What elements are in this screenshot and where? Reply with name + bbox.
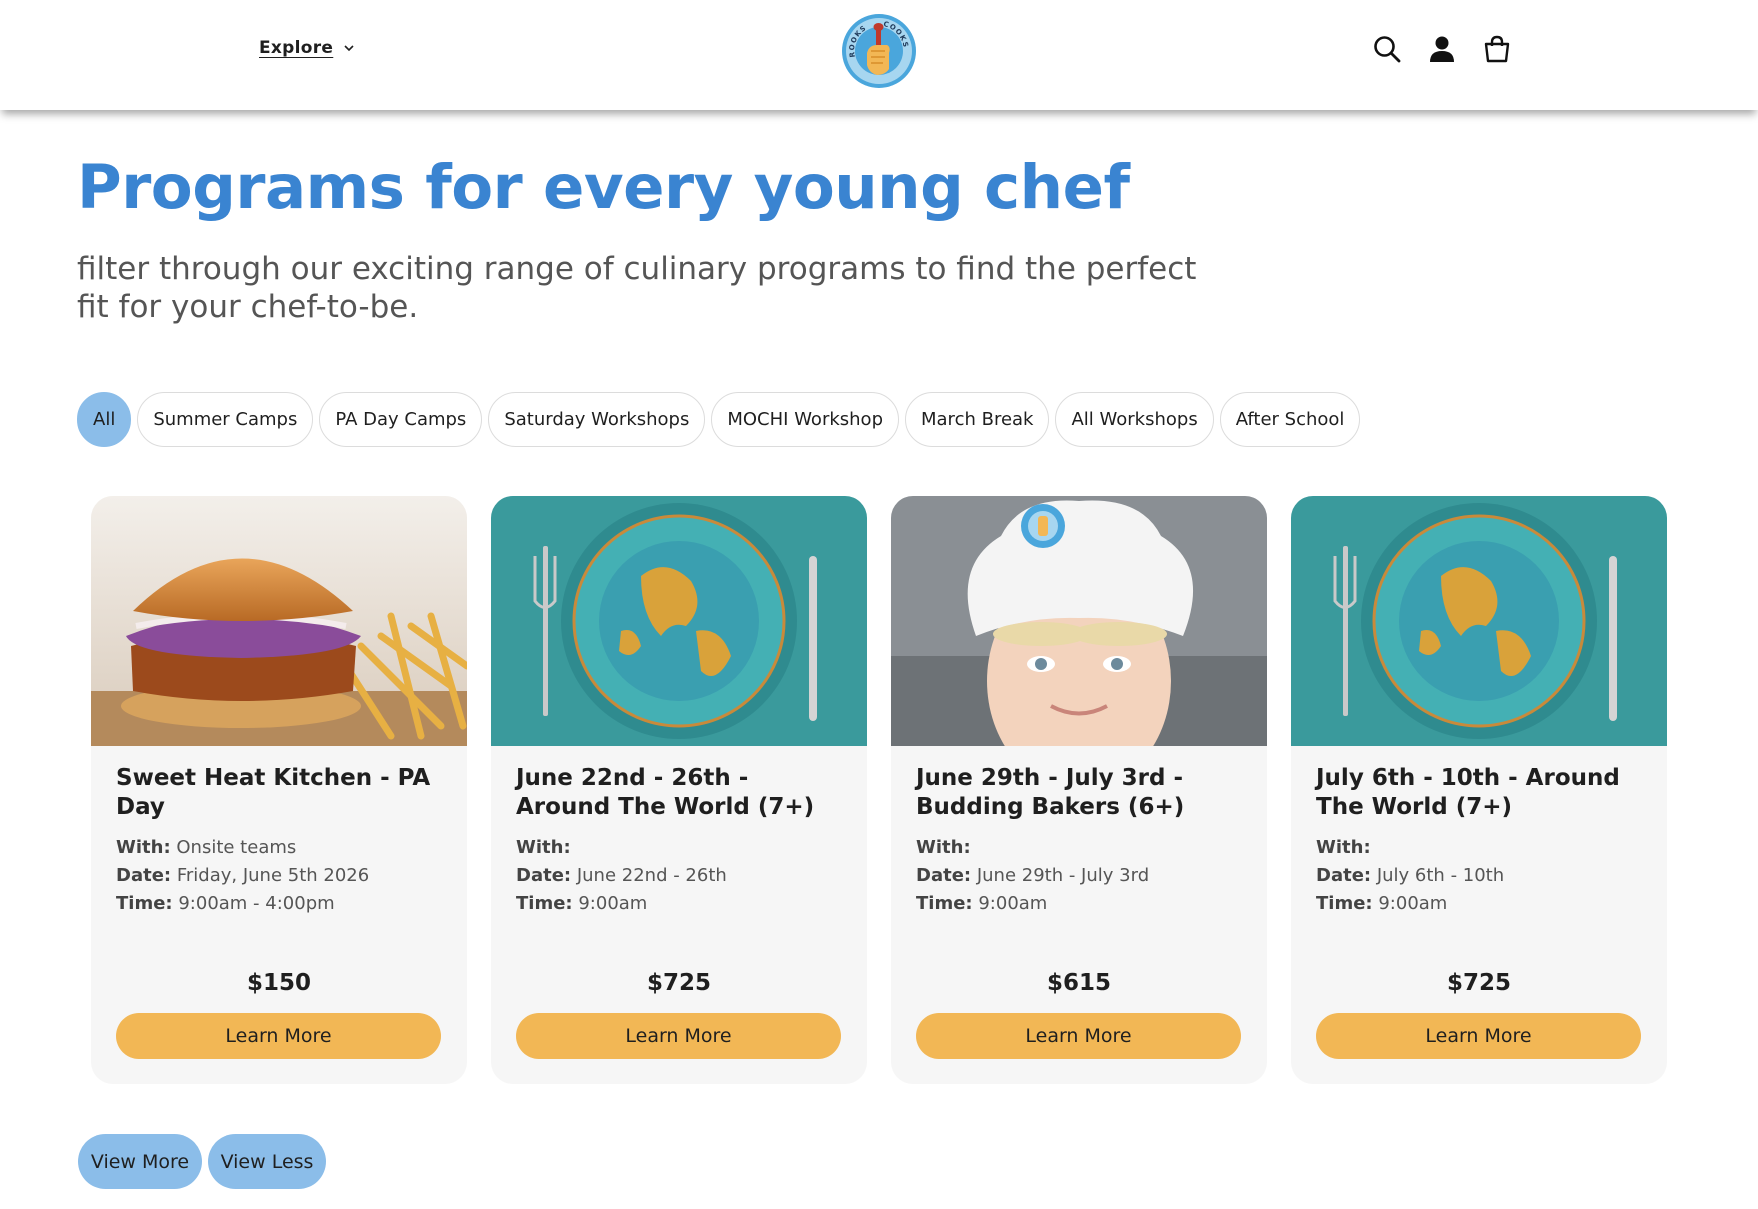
date-value: July 6th - 10th	[1371, 865, 1505, 886]
card-price: $725	[1446, 970, 1511, 996]
card-price: $150	[246, 970, 311, 996]
account-icon[interactable]	[1427, 34, 1457, 64]
card-details: With: Date: June 29th - July 3rd Time: 9…	[916, 834, 1149, 918]
card-title[interactable]: Sweet Heat Kitchen - PA Day	[116, 764, 446, 822]
with-value: Onsite teams	[170, 837, 297, 858]
time-value: 9:00am - 4:00pm	[172, 893, 335, 914]
date-label: Date:	[1316, 865, 1372, 886]
time-label: Time:	[1316, 893, 1373, 914]
globe-on-plate-photo[interactable]	[1291, 496, 1667, 746]
time-label: Time:	[116, 893, 173, 914]
view-less-button[interactable]: View Less	[208, 1134, 326, 1189]
filter-chip-summer-camps[interactable]: Summer Camps	[137, 392, 314, 447]
filter-chip-pa-day-camps[interactable]: PA Day Camps	[319, 392, 483, 447]
filter-chip-all[interactable]: All	[77, 392, 132, 447]
card-details: With: Date: June 22nd - 26th Time: 9:00a…	[516, 834, 727, 918]
date-value: June 22nd - 26th	[571, 865, 727, 886]
cart-icon[interactable]	[1482, 34, 1512, 64]
filter-chip-mochi-workshop[interactable]: MOCHI Workshop	[711, 392, 899, 447]
date-label: Date:	[916, 865, 972, 886]
learn-more-button[interactable]: Learn More	[916, 1013, 1241, 1059]
filter-chip-after-school[interactable]: After School	[1219, 392, 1361, 447]
time-value: 9:00am	[972, 893, 1048, 914]
page-title: Programs for every young chef	[77, 152, 1130, 223]
date-value: June 29th - July 3rd	[971, 865, 1150, 886]
learn-more-button[interactable]: Learn More	[116, 1013, 441, 1059]
learn-more-button[interactable]: Learn More	[1316, 1013, 1641, 1059]
card-title[interactable]: June 22nd - 26th - Around The World (7+)	[516, 764, 846, 822]
child-in-chef-hat-photo[interactable]	[891, 496, 1267, 746]
time-value: 9:00am	[1372, 893, 1448, 914]
filter-bar: All Summer Camps PA Day Camps Saturday W…	[77, 392, 1361, 447]
with-label: With:	[1316, 837, 1371, 858]
card-details: With: Date: July 6th - 10th Time: 9:00am	[1316, 834, 1504, 918]
chevron-down-icon	[344, 45, 354, 52]
filter-chip-saturday-workshops[interactable]: Saturday Workshops	[488, 392, 706, 447]
card-price: $615	[1046, 970, 1111, 996]
time-value: 9:00am	[572, 893, 648, 914]
with-label: With:	[116, 837, 171, 858]
page-subtitle: filter through our exciting range of cul…	[77, 251, 1197, 325]
filter-chip-all-workshops[interactable]: All Workshops	[1055, 392, 1214, 447]
card-price: $725	[646, 970, 711, 996]
date-value: Friday, June 5th 2026	[171, 865, 370, 886]
card-title[interactable]: June 29th - July 3rd - Budding Bakers (6…	[916, 764, 1246, 822]
view-more-button[interactable]: View More	[78, 1134, 202, 1189]
card-details: With: Onsite teams Date: Friday, June 5t…	[116, 834, 369, 918]
filter-chip-march-break[interactable]: March Break	[905, 392, 1050, 447]
search-icon[interactable]	[1372, 34, 1402, 64]
date-label: Date:	[516, 865, 572, 886]
site-header: Explore ROOKS COOKS	[0, 0, 1758, 110]
with-label: With:	[516, 837, 571, 858]
logo[interactable]: ROOKS COOKS	[841, 13, 917, 89]
card-title[interactable]: July 6th - 10th - Around The World (7+)	[1316, 764, 1646, 822]
burger-and-fries-photo[interactable]	[91, 496, 467, 746]
learn-more-button[interactable]: Learn More	[516, 1013, 841, 1059]
globe-on-plate-photo[interactable]	[491, 496, 867, 746]
program-card[interactable]: Sweet Heat Kitchen - PA Day With: Onsite…	[91, 496, 467, 1084]
program-card[interactable]: June 22nd - 26th - Around The World (7+)…	[491, 496, 867, 1084]
with-label: With:	[916, 837, 971, 858]
explore-label[interactable]: Explore	[259, 38, 333, 58]
program-card[interactable]: July 6th - 10th - Around The World (7+) …	[1291, 496, 1667, 1084]
date-label: Date:	[116, 865, 172, 886]
time-label: Time:	[516, 893, 573, 914]
program-card[interactable]: June 29th - July 3rd - Budding Bakers (6…	[891, 496, 1267, 1084]
time-label: Time:	[916, 893, 973, 914]
explore-menu[interactable]: Explore	[259, 38, 355, 58]
